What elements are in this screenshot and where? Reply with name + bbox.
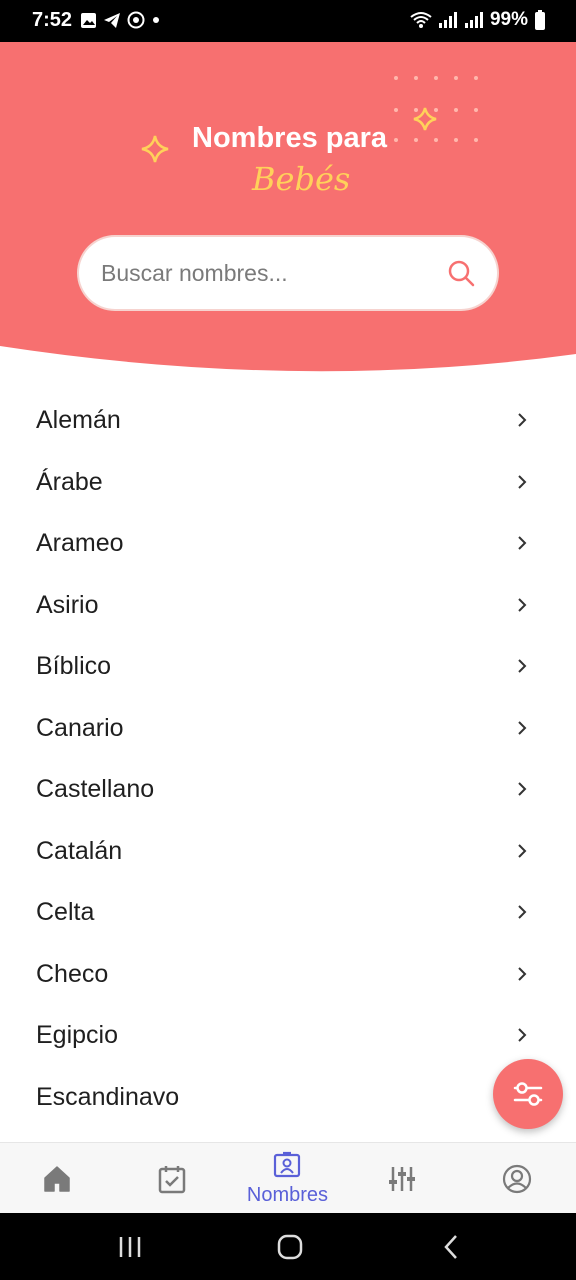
list-item[interactable]: Canario <box>0 698 576 759</box>
bottom-navigation: Nombres <box>0 1142 576 1214</box>
header <box>0 42 576 387</box>
system-navigation-bar <box>0 1213 576 1280</box>
chevron-right-icon <box>518 905 527 919</box>
image-icon <box>81 12 96 28</box>
nav-calendar[interactable] <box>115 1143 230 1214</box>
header-background <box>0 42 576 372</box>
nav-home[interactable] <box>0 1143 115 1214</box>
status-bar: 7:52 99% <box>0 0 576 42</box>
wifi-icon <box>410 12 432 28</box>
list-item[interactable]: Catalán <box>0 821 576 882</box>
dots-decoration <box>394 76 478 142</box>
list-item[interactable]: Bíblico <box>0 636 576 697</box>
chevron-right-icon <box>518 843 527 858</box>
nav-settings[interactable] <box>345 1143 460 1214</box>
list-item-label: Asirio <box>36 590 99 619</box>
list-item-label: Arameo <box>36 529 124 557</box>
sliders-icon <box>389 1167 415 1191</box>
signal-icon-2 <box>464 12 483 28</box>
status-right: 99% <box>410 9 546 31</box>
filter-icon <box>513 1082 543 1106</box>
search-input[interactable]: Buscar nombres... <box>79 237 497 309</box>
profile-icon <box>502 1164 532 1194</box>
search-placeholder: Buscar nombres... <box>101 260 288 286</box>
list-item[interactable]: Celta <box>0 882 576 943</box>
nav-nombres-label: Nombres <box>246 1184 329 1206</box>
sparkle-icon-small <box>413 107 437 131</box>
list-item[interactable]: Escandinavo <box>0 1067 576 1128</box>
notification-icons <box>80 11 161 29</box>
list-item-label: Castellano <box>36 775 155 803</box>
calendar-check-icon <box>158 1166 186 1194</box>
chevron-right-icon <box>518 659 527 673</box>
list-item-label: Escandinavo <box>36 1082 180 1111</box>
list-item[interactable]: Checo <box>0 944 576 1005</box>
home-icon <box>44 1166 70 1192</box>
chevron-right-icon <box>518 782 527 796</box>
back-icon[interactable] <box>440 1233 464 1261</box>
list-item[interactable]: Árabe <box>0 452 576 513</box>
chevron-right-icon <box>518 413 527 427</box>
whatsapp-icon <box>127 11 145 29</box>
dot-icon <box>153 17 159 23</box>
battery-percent: 99% <box>489 9 528 30</box>
status-time: 7:52 <box>32 9 73 31</box>
signal-icon <box>438 12 457 28</box>
list-item[interactable]: Alemán <box>0 390 576 451</box>
telegram-icon <box>104 12 120 28</box>
chevron-right-icon <box>518 966 527 981</box>
chevron-right-icon <box>518 1028 527 1042</box>
list-item-label: Canario <box>36 713 124 742</box>
recent-apps-icon[interactable] <box>117 1234 143 1260</box>
chevron-right-icon <box>518 474 527 489</box>
chevron-right-icon <box>518 536 527 550</box>
list-item[interactable]: Asirio <box>0 575 576 636</box>
list-item[interactable]: Arameo <box>0 513 576 574</box>
list-item[interactable]: Castellano <box>0 759 576 820</box>
list-item-label: Egipcio <box>36 1021 118 1049</box>
list-item-label: Árabe <box>36 467 103 496</box>
search-icon[interactable] <box>447 259 475 287</box>
home-button-icon[interactable] <box>276 1233 304 1261</box>
chevron-right-icon <box>518 720 527 735</box>
app-title: Nombres para <box>192 122 388 154</box>
filter-fab-button[interactable] <box>493 1059 563 1129</box>
nav-nombres[interactable]: Nombres <box>230 1143 345 1214</box>
app-title-script: Bebés <box>252 160 351 198</box>
sparkle-icon <box>141 135 169 163</box>
id-badge-icon <box>273 1151 301 1178</box>
list-item-label: Checo <box>36 959 109 988</box>
list-item[interactable]: Egipcio <box>0 1005 576 1066</box>
battery-icon <box>535 10 545 30</box>
list-item-label: Bíblico <box>36 652 112 680</box>
list-item-label: Alemán <box>36 406 121 434</box>
nav-profile[interactable] <box>460 1143 575 1214</box>
list-item-label: Catalán <box>36 836 123 865</box>
chevron-right-icon <box>518 597 527 612</box>
list-item-label: Celta <box>36 898 95 926</box>
